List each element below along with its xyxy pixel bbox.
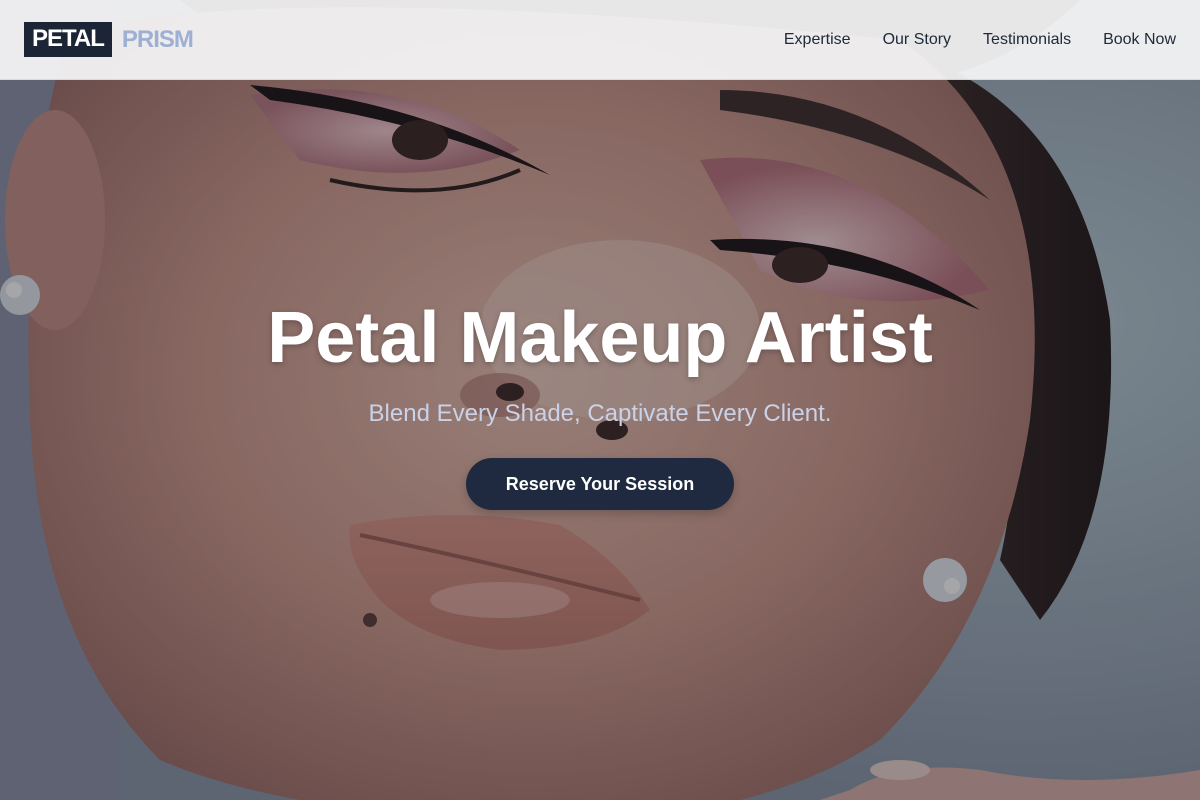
top-navbar: PETAL PRISM Expertise Our Story Testimon… — [0, 0, 1200, 80]
hero-section: Petal Makeup Artist Blend Every Shade, C… — [0, 0, 1200, 800]
nav-link-testimonials[interactable]: Testimonials — [983, 31, 1071, 49]
logo-primary-text: PETAL — [24, 22, 112, 57]
nav-link-expertise[interactable]: Expertise — [784, 31, 851, 49]
nav-link-our-story[interactable]: Our Story — [883, 31, 951, 49]
logo-secondary-text: PRISM — [121, 25, 194, 53]
nav-link-book-now[interactable]: Book Now — [1103, 31, 1176, 49]
nav-links: Expertise Our Story Testimonials Book No… — [784, 31, 1176, 49]
hero-title: Petal Makeup Artist — [267, 298, 933, 378]
landing-page: PETAL PRISM Expertise Our Story Testimon… — [0, 0, 1200, 800]
hero-tagline: Blend Every Shade, Captivate Every Clien… — [368, 400, 832, 427]
brand-logo[interactable]: PETAL PRISM — [24, 22, 194, 57]
reserve-session-button[interactable]: Reserve Your Session — [466, 458, 734, 510]
